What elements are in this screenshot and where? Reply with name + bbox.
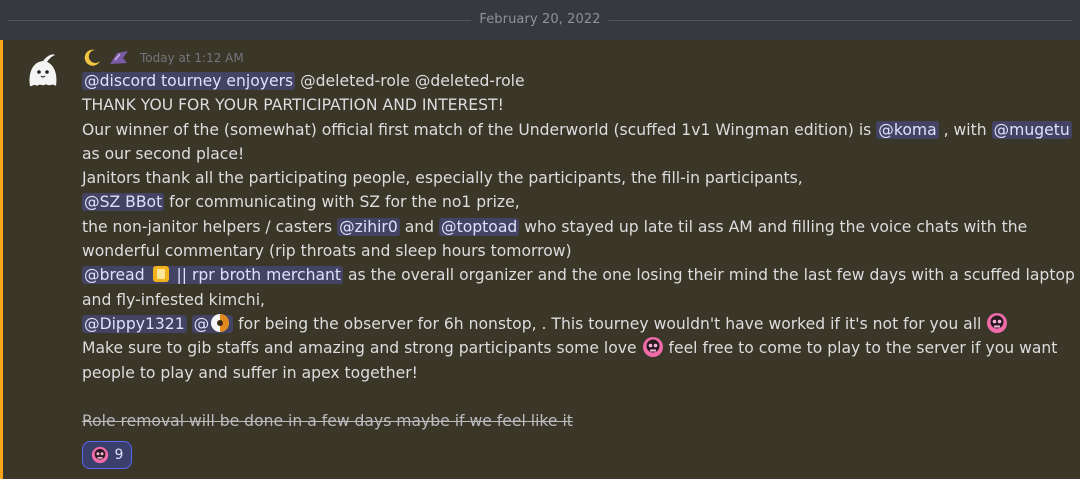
message-line: wonderful commentary (rip throats and sl… <box>82 242 572 261</box>
message[interactable]: Today at 1:12 AM @discord tourney enjoye… <box>0 40 1080 479</box>
message-line: people to play and suffer in apex togeth… <box>82 363 418 382</box>
mention-text: @bread <box>84 266 150 285</box>
message-line: Make sure to gib staffs and amazing and … <box>82 336 1062 360</box>
message-line: THANK YOU FOR YOUR PARTICIPATION AND INT… <box>82 96 504 115</box>
reaction-count: 9 <box>114 447 124 463</box>
message-line: as our second place! <box>82 144 245 163</box>
strikethrough-text: Role removal will be done in a few days … <box>82 412 573 431</box>
message-line: the non-janitor helpers / casters @zihir… <box>82 215 1062 239</box>
mention-text: || rpr broth merchant <box>171 266 341 285</box>
message-text: who stayed up late til ass AM and fillin… <box>519 217 1028 236</box>
bread-emoji-icon <box>152 266 169 283</box>
message-header: Today at 1:12 AM <box>82 46 244 70</box>
message-line: Role removal will be done in a few days … <box>82 409 1062 433</box>
user-mention-sz-bbot[interactable]: @SZ BBot <box>82 193 165 212</box>
message-text: for being the observer for 6h nonstop, .… <box>233 314 987 333</box>
avatar[interactable] <box>22 50 64 92</box>
half-moon-face-icon <box>211 313 230 332</box>
message-text: @deleted-role @deleted-role <box>295 72 525 90</box>
message-content: @discord tourney enjoyers @deleted-role … <box>82 69 1075 433</box>
pink-skull-emoji-icon <box>642 337 663 358</box>
message-text: Make sure to gib staffs and amazing and … <box>82 339 642 358</box>
message-line: Our winner of the (somewhat) official fi… <box>82 118 1072 142</box>
message-text: Our winner of the (somewhat) official fi… <box>82 120 877 139</box>
moon-icon <box>84 49 100 66</box>
role-mention[interactable]: @discord tourney enjoyers <box>82 72 296 90</box>
user-mention-toptoad[interactable]: @toptoad <box>439 217 520 236</box>
message-timestamp[interactable]: Today at 1:12 AM <box>140 51 244 65</box>
message-text: the non-janitor helpers / casters <box>82 217 338 236</box>
message-line: @discord tourney enjoyers @deleted-role … <box>82 69 1062 93</box>
message-line: @bread || rpr broth merchant as the over… <box>82 263 1075 287</box>
message-line: Janitors thank all the participating peo… <box>82 169 803 188</box>
message-line: and fly-infested kimchi, <box>82 290 265 309</box>
message-text: and <box>399 217 440 236</box>
message-text: , with <box>938 120 992 139</box>
mention-text: @ <box>193 314 210 333</box>
divider-date: February 20, 2022 <box>471 12 609 27</box>
user-mention-zihir0[interactable]: @zihir0 <box>337 217 400 236</box>
user-mention-dippy1321[interactable]: @Dippy1321 <box>82 314 187 333</box>
role-badge-icon <box>110 51 128 64</box>
date-divider: February 20, 2022 <box>0 0 1080 38</box>
message-text: as the overall organizer and the one los… <box>343 266 1075 285</box>
pink-skull-emoji-icon <box>987 312 1008 333</box>
pink-skull-emoji-icon <box>91 446 108 464</box>
user-mention-koma[interactable]: @koma <box>876 120 939 139</box>
user-mention-bread[interactable]: @bread || rpr broth merchant <box>82 266 343 285</box>
reaction-button[interactable]: 9 <box>82 441 132 469</box>
message-line: @Dippy1321 @ for being the observer for … <box>82 312 1062 336</box>
mention-highlight-bar <box>0 40 3 479</box>
user-mention-emoji-user[interactable]: @ <box>191 313 234 333</box>
message-text: feel free to come to play to the server … <box>663 339 1058 358</box>
message-text: for communicating with SZ for the no1 pr… <box>164 193 520 212</box>
user-mention-mugetu[interactable]: @mugetu <box>991 120 1072 139</box>
message-line: @SZ BBot for communicating with SZ for t… <box>82 190 1062 214</box>
